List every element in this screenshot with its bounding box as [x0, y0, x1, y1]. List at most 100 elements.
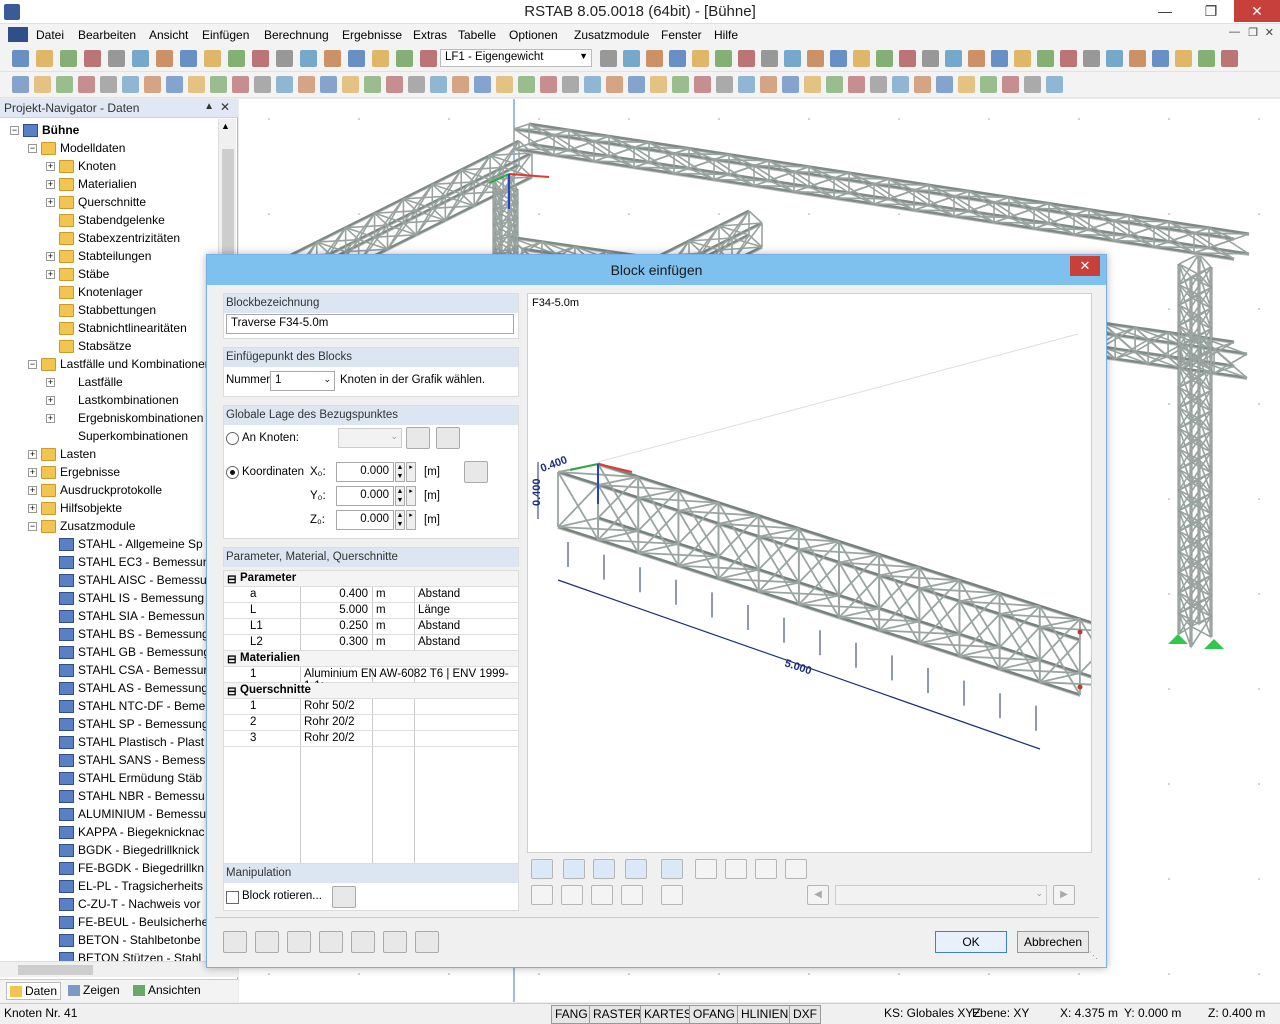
- z0-input[interactable]: 0.000: [336, 510, 394, 530]
- collapse-icon[interactable]: ⊟: [227, 652, 237, 666]
- status-raster[interactable]: RASTER: [589, 1005, 646, 1024]
- toolbar-tool-icon[interactable]: [830, 50, 847, 67]
- toolbar-tool-icon[interactable]: [298, 76, 315, 93]
- section-row[interactable]: 2 Rohr 20/2: [224, 715, 518, 731]
- toolbar-tool-icon[interactable]: [12, 50, 29, 67]
- toolbar-tool-icon[interactable]: [276, 76, 293, 93]
- tree-item-43[interactable]: FE-BEUL - Beulsicherhe: [46, 913, 208, 931]
- tab-ansichten[interactable]: Ansichten: [133, 983, 201, 997]
- expand-toggle-icon[interactable]: +: [46, 162, 55, 172]
- units-button[interactable]: [255, 931, 279, 953]
- import-button[interactable]: [287, 931, 311, 953]
- pin-icon[interactable]: ▲: [204, 101, 214, 112]
- toolbar-tool-icon[interactable]: [738, 50, 755, 67]
- export-button[interactable]: [319, 931, 343, 953]
- tree-item-11[interactable]: Stabsätze: [46, 337, 131, 355]
- toolbar-tool-icon[interactable]: [991, 50, 1008, 67]
- tab-zeigen[interactable]: Zeigen: [68, 983, 120, 997]
- parameter-row[interactable]: L 5.000 m Länge: [224, 603, 518, 619]
- nummer-select[interactable]: 1 ⌄: [270, 371, 335, 391]
- toolbar-tool-icon[interactable]: [958, 76, 975, 93]
- toolbar-tool-icon[interactable]: [804, 76, 821, 93]
- truss-preview-graphic[interactable]: 0.4000.4005.000: [528, 294, 1091, 852]
- z0-menu[interactable]: ▸: [406, 510, 416, 530]
- print-button[interactable]: [415, 931, 439, 953]
- hscroll-thumb[interactable]: [18, 965, 93, 975]
- toolbar-tool-icon[interactable]: [669, 50, 686, 67]
- menu-extras[interactable]: Extras: [413, 28, 447, 42]
- toolbar-tool-icon[interactable]: [600, 50, 617, 67]
- tree-item-9[interactable]: Stabbettungen: [46, 301, 156, 319]
- tree-item-33[interactable]: STAHL Plastisch - Plast: [46, 733, 204, 751]
- tree-item-19[interactable]: + Ausdruckprotokolle: [28, 481, 162, 499]
- toolbar-tool-icon[interactable]: [84, 50, 101, 67]
- toolbar-tool-icon[interactable]: [892, 76, 909, 93]
- tree-item-15[interactable]: + Ergebniskombinationen: [46, 409, 203, 427]
- toolbar-tool-icon[interactable]: [36, 50, 53, 67]
- expand-toggle-icon[interactable]: +: [28, 468, 37, 478]
- pick-point-button[interactable]: [464, 461, 488, 483]
- toolbar-tool-icon[interactable]: [156, 50, 173, 67]
- z0-spinner[interactable]: ▲ ▼: [395, 510, 405, 530]
- toolbar-tool-icon[interactable]: [914, 76, 931, 93]
- menu-berechnung[interactable]: Berechnung: [264, 28, 329, 42]
- expand-toggle-icon[interactable]: +: [28, 504, 37, 514]
- tree-item-41[interactable]: EL-PL - Tragsicherheits: [46, 877, 203, 895]
- tree-item-39[interactable]: BGDK - Biegedrillknick: [46, 841, 199, 859]
- preview-tool-button[interactable]: [695, 859, 717, 879]
- preview-tool-button[interactable]: [625, 859, 647, 879]
- tree-item-4[interactable]: Stabendgelenke: [46, 211, 165, 229]
- toolbar-tool-icon[interactable]: [1002, 76, 1019, 93]
- toolbar-tool-icon[interactable]: [108, 50, 125, 67]
- y0-input[interactable]: 0.000: [336, 486, 394, 506]
- toolbar-tool-icon[interactable]: [372, 50, 389, 67]
- sections-section[interactable]: ⊟ Querschnitte: [224, 683, 518, 699]
- tree-item-6[interactable]: + Stabteilungen: [46, 247, 151, 265]
- mdi-minimize-button[interactable]: —: [1229, 26, 1240, 38]
- toolbar-tool-icon[interactable]: [1014, 50, 1031, 67]
- toolbar-tool-icon[interactable]: [672, 76, 689, 93]
- section-row[interactable]: 3 Rohr 20/2: [224, 731, 518, 747]
- toolbar-tool-icon[interactable]: [396, 50, 413, 67]
- toolbar-tool-icon[interactable]: [122, 76, 139, 93]
- toolbar-tool-icon[interactable]: [562, 76, 579, 93]
- toolbar-tool-icon[interactable]: [715, 50, 732, 67]
- tree-item-30[interactable]: STAHL AS - Bemessung: [46, 679, 208, 697]
- toolbar-tool-icon[interactable]: [324, 50, 341, 67]
- toolbar-tool-icon[interactable]: [876, 50, 893, 67]
- mdi-restore-button[interactable]: ❐: [1248, 26, 1258, 39]
- toolbar-tool-icon[interactable]: [853, 50, 870, 67]
- toolbar-tool-icon[interactable]: [188, 76, 205, 93]
- menu-hilfe[interactable]: Hilfe: [714, 28, 738, 42]
- toolbar-tool-icon[interactable]: [518, 76, 535, 93]
- expand-toggle-icon[interactable]: +: [28, 450, 37, 460]
- toolbar-tool-icon[interactable]: [826, 76, 843, 93]
- mdi-close-button[interactable]: ✕: [1265, 26, 1274, 39]
- y0-menu[interactable]: ▸: [406, 486, 416, 506]
- resize-grip-icon[interactable]: ⋱: [1089, 950, 1099, 960]
- toolbar-tool-icon[interactable]: [228, 50, 245, 67]
- toolbar-tool-icon[interactable]: [650, 76, 667, 93]
- x0-menu[interactable]: ▸: [406, 462, 416, 482]
- toolbar-tool-icon[interactable]: [386, 76, 403, 93]
- paste-button[interactable]: [383, 931, 407, 953]
- preview-select[interactable]: ⌄: [835, 885, 1047, 905]
- tree-item-36[interactable]: STAHL NBR - Bemessu: [46, 787, 205, 805]
- tree-item-32[interactable]: STAHL SP - Bemessung: [46, 715, 209, 733]
- menu-ansicht[interactable]: Ansicht: [149, 28, 188, 42]
- tree-item-18[interactable]: + Ergebnisse: [28, 463, 120, 481]
- expand-toggle-icon[interactable]: −: [28, 522, 37, 532]
- toolbar-tool-icon[interactable]: [784, 50, 801, 67]
- prev-left-icon[interactable]: ◀: [807, 885, 829, 905]
- toolbar-tool-icon[interactable]: [180, 50, 197, 67]
- tree-item-38[interactable]: KAPPA - Biegeknicknac: [46, 823, 205, 841]
- toolbar-tool-icon[interactable]: [646, 50, 663, 67]
- status-hlinien[interactable]: HLINIEN: [737, 1005, 793, 1024]
- tree-item-21[interactable]: − Zusatzmodule: [28, 517, 135, 535]
- toolbar-tool-icon[interactable]: [144, 76, 161, 93]
- preview-tool-button[interactable]: [563, 859, 585, 879]
- preview-tool-button[interactable]: [661, 859, 683, 879]
- dialog-close-button[interactable]: ✕: [1070, 256, 1100, 276]
- toolbar-tool-icon[interactable]: [584, 76, 601, 93]
- toolbar-tool-icon[interactable]: [1083, 50, 1100, 67]
